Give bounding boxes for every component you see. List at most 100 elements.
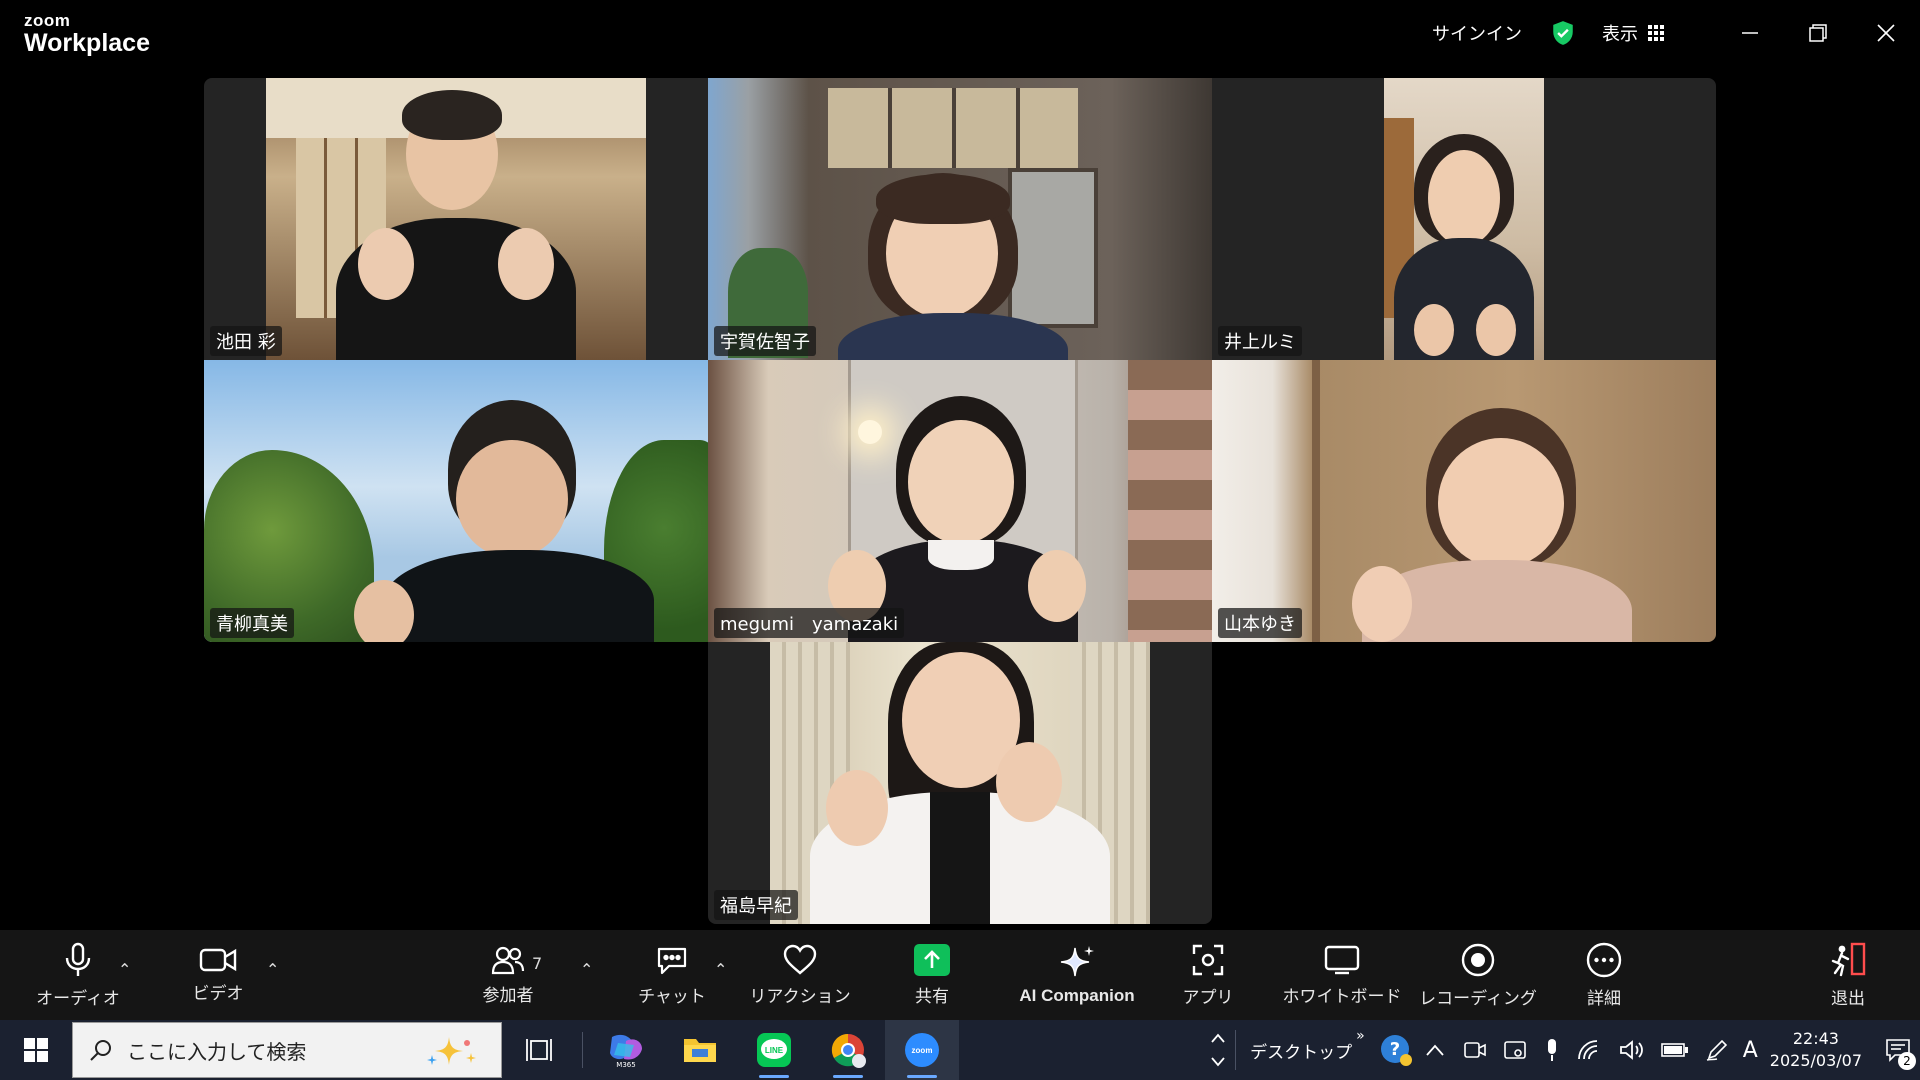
- whiteboard-icon: [1324, 945, 1360, 974]
- video-camera-icon: [199, 948, 237, 971]
- grid-icon: [1648, 25, 1664, 41]
- taskbar-search-box[interactable]: ここに入力して検索: [72, 1022, 502, 1078]
- help-icon[interactable]: ?: [1379, 1033, 1413, 1067]
- search-placeholder: ここに入力して検索: [127, 1039, 307, 1064]
- participant-name: 池田 彩: [210, 326, 282, 356]
- participant-video: [770, 642, 1150, 924]
- search-icon: [90, 1040, 111, 1061]
- taskbar-app-file-explorer[interactable]: [663, 1020, 737, 1080]
- show-hidden-icons-icon[interactable]: [1425, 1043, 1445, 1057]
- participants-count: 7: [532, 954, 543, 973]
- screen-snip-icon[interactable]: [1503, 1039, 1527, 1061]
- record-icon: [1461, 943, 1495, 976]
- participant-tile[interactable]: 池田 彩: [204, 78, 708, 360]
- participants-icon: [491, 946, 525, 974]
- ime-mode-indicator[interactable]: A: [1743, 1038, 1758, 1063]
- participant-tile[interactable]: 福島早紀: [708, 642, 1212, 924]
- taskbar-scroll[interactable]: [1211, 1033, 1225, 1067]
- participant-name: megumi yamazaki: [714, 608, 905, 638]
- participant-tile-active-speaker[interactable]: 宇賀佐智子: [708, 78, 1212, 360]
- taskbar-app-line[interactable]: LINE: [737, 1020, 811, 1080]
- ai-companion-button[interactable]: AI Companion: [1012, 930, 1142, 1020]
- system-tray: デスクトップ » ? A 22:43 2025/03/07 2: [1211, 1020, 1920, 1080]
- participant-name: 宇賀佐智子: [714, 326, 816, 356]
- apps-button[interactable]: アプリ: [1166, 930, 1250, 1020]
- svg-text:LINE: LINE: [765, 1046, 784, 1055]
- clock-date: 2025/03/07: [1769, 1051, 1862, 1070]
- taskbar-app-zoom[interactable]: zoom: [885, 1020, 959, 1080]
- double-chevron-icon[interactable]: »: [1356, 1028, 1365, 1044]
- close-button[interactable]: [1852, 0, 1920, 66]
- microphone-tray-icon[interactable]: [1543, 1038, 1561, 1062]
- chevron-up-icon: [1211, 1033, 1225, 1043]
- zoom-workplace-logo: zoom Workplace: [24, 12, 150, 56]
- share-icon: [914, 943, 950, 976]
- chat-bubble-icon: [657, 947, 687, 974]
- participant-tile[interactable]: 青柳真美: [204, 360, 708, 642]
- audio-options-caret[interactable]: ⌃: [118, 960, 131, 979]
- leave-label: 退出: [1831, 988, 1865, 1009]
- whiteboard-label: ホワイトボード: [1282, 986, 1402, 1007]
- restore-button[interactable]: [1784, 0, 1852, 66]
- taskbar-clock[interactable]: 22:43 2025/03/07: [1770, 1028, 1862, 1072]
- svg-text:zoom: zoom: [912, 1046, 933, 1055]
- wifi-icon[interactable]: [1577, 1039, 1603, 1061]
- task-view-button[interactable]: [502, 1020, 576, 1080]
- share-label: 共有: [915, 986, 949, 1007]
- view-menu-button[interactable]: 表示: [1602, 20, 1664, 46]
- notification-center-button[interactable]: 2: [1876, 1020, 1920, 1080]
- minimize-button[interactable]: [1716, 0, 1784, 66]
- start-button[interactable]: [0, 1020, 72, 1080]
- pen-icon[interactable]: [1705, 1038, 1729, 1062]
- video-options-caret[interactable]: ⌃: [266, 960, 279, 979]
- participants-options-caret[interactable]: ⌃: [580, 960, 593, 979]
- security-shield-icon[interactable]: [1550, 20, 1576, 46]
- svg-text:M365: M365: [616, 1061, 635, 1069]
- video-label: ビデオ: [192, 983, 244, 1004]
- participants-button[interactable]: 参加者: [466, 930, 550, 1020]
- m365-copilot-icon: M365: [610, 1034, 642, 1069]
- svg-text:?: ?: [1389, 1039, 1399, 1060]
- signin-button[interactable]: サインイン: [1432, 20, 1522, 46]
- participant-video: [1384, 78, 1544, 360]
- taskbar-app-m365[interactable]: M365: [589, 1020, 663, 1080]
- heart-icon: [783, 944, 817, 975]
- participant-tile[interactable]: 井上ルミ: [1212, 78, 1716, 360]
- chat-label: チャット: [638, 986, 706, 1007]
- volume-icon[interactable]: [1619, 1039, 1645, 1061]
- participant-tile[interactable]: megumi yamazaki: [708, 360, 1212, 642]
- battery-icon[interactable]: [1660, 1041, 1689, 1059]
- apps-icon: [1192, 944, 1224, 975]
- clock-time: 22:43: [1792, 1029, 1839, 1048]
- close-icon: [1877, 24, 1895, 42]
- more-button[interactable]: 詳細: [1562, 930, 1646, 1020]
- whiteboard-button[interactable]: ホワイトボード: [1280, 930, 1404, 1020]
- leave-button[interactable]: 退出: [1806, 930, 1890, 1020]
- more-label: 詳細: [1587, 988, 1621, 1009]
- chat-button[interactable]: チャット: [630, 930, 714, 1020]
- audio-label: オーディオ: [36, 988, 120, 1009]
- tray-divider: [1235, 1030, 1237, 1070]
- zoom-app-icon: zoom: [905, 1033, 939, 1067]
- share-button[interactable]: 共有: [890, 930, 974, 1020]
- audio-button[interactable]: オーディオ: [36, 930, 120, 1020]
- leave-door-icon: [1831, 942, 1866, 976]
- video-button[interactable]: ビデオ: [176, 930, 260, 1020]
- reactions-button[interactable]: リアクション: [749, 930, 851, 1020]
- participant-tile[interactable]: 山本ゆき: [1212, 360, 1716, 642]
- participant-video: [204, 360, 708, 642]
- microphone-icon: [65, 942, 91, 976]
- participant-name: 山本ゆき: [1218, 608, 1302, 638]
- reactions-label: リアクション: [749, 986, 851, 1007]
- view-label: 表示: [1602, 24, 1638, 45]
- chevron-down-icon: [1211, 1057, 1225, 1067]
- recording-button[interactable]: レコーディング: [1419, 930, 1537, 1020]
- chat-options-caret[interactable]: ⌃: [714, 960, 727, 979]
- desktop-toolbar[interactable]: デスクトップ: [1250, 1038, 1352, 1063]
- logo-small-text: zoom: [24, 11, 71, 30]
- participants-label: 参加者: [482, 985, 534, 1006]
- taskbar-app-chrome[interactable]: [811, 1020, 885, 1080]
- windows-logo-icon: [24, 1038, 48, 1062]
- meet-now-icon[interactable]: [1463, 1039, 1487, 1061]
- participant-video: [266, 78, 646, 360]
